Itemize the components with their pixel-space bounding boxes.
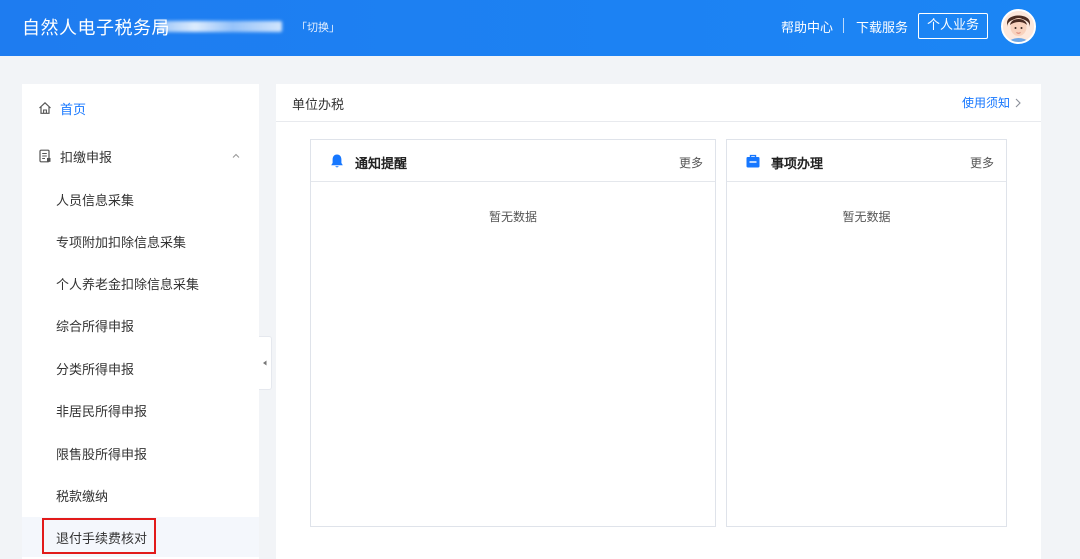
caret-left-icon xyxy=(263,360,267,366)
sidebar-group-label: 扣缴申报 xyxy=(60,150,113,166)
sidebar-item-classified-income[interactable]: 分类所得申报 xyxy=(22,348,259,388)
help-center-link[interactable]: 帮助中心 xyxy=(781,17,833,36)
sidebar-group-declaration[interactable]: 扣缴申报 xyxy=(22,142,259,170)
home-icon xyxy=(39,101,51,114)
panel-header: 通知提醒 更多 xyxy=(311,140,715,182)
more-link[interactable]: 更多 xyxy=(970,154,994,171)
avatar[interactable] xyxy=(1001,9,1036,44)
redacted-unit-name xyxy=(158,21,282,32)
top-header: 自然人电子税务局 「切换」 帮助中心 下载服务 个人业务 xyxy=(0,0,1080,56)
download-service-link[interactable]: 下载服务 xyxy=(856,17,908,36)
app-title: 自然人电子税务局 xyxy=(22,18,170,39)
switch-link[interactable]: 「切换」 xyxy=(296,19,340,35)
sidebar-item-pension-deduction[interactable]: 个人养老金扣除信息采集 xyxy=(22,263,259,303)
briefcase-icon xyxy=(746,154,760,168)
sidebar-item-special-deduction[interactable]: 专项附加扣除信息采集 xyxy=(22,221,259,261)
panel-header: 事项办理 更多 xyxy=(727,140,1006,182)
usage-notice-label: 使用须知 xyxy=(961,96,1010,110)
document-icon xyxy=(39,149,51,163)
sidebar-item-tax-payment[interactable]: 税款缴纳 xyxy=(22,475,259,515)
sidebar-item-comprehensive-income[interactable]: 综合所得申报 xyxy=(22,305,259,345)
sidebar-item-personnel-info[interactable]: 人员信息采集 xyxy=(22,179,259,219)
sidebar: 首页 扣缴申报 人员信息采集 专项附加扣除信息采集 个人养老金扣除信息采集 综合… xyxy=(22,84,259,559)
empty-state-text: 暂无数据 xyxy=(488,210,537,224)
personal-business-button[interactable]: 个人业务 xyxy=(918,13,988,39)
more-link[interactable]: 更多 xyxy=(679,154,703,171)
main-header: 单位办税 使用须知 xyxy=(276,84,1041,122)
sidebar-item-restricted-stock[interactable]: 限售股所得申报 xyxy=(22,433,259,473)
header-divider xyxy=(843,18,844,33)
tasks-panel: 事项办理 更多 暂无数据 xyxy=(726,139,1007,527)
bell-icon xyxy=(331,154,343,168)
sidebar-item-nonresident-income[interactable]: 非居民所得申报 xyxy=(22,390,259,430)
sidebar-item-label: 首页 xyxy=(60,102,87,118)
page-title: 单位办税 xyxy=(292,98,345,113)
chevron-right-icon xyxy=(1015,98,1021,108)
panel-title: 事项办理 xyxy=(771,157,824,172)
notification-panel: 通知提醒 更多 暂无数据 xyxy=(310,139,716,527)
main-content: 单位办税 使用须知 通知提醒 更多 暂无数据 事项办理 更多 暂无数据 xyxy=(276,84,1041,559)
sidebar-collapse-handle[interactable] xyxy=(259,336,272,390)
chevron-up-icon[interactable] xyxy=(231,151,241,161)
usage-notice-link[interactable]: 使用须知 xyxy=(962,94,1021,111)
panel-title: 通知提醒 xyxy=(355,157,408,172)
sidebar-item-home[interactable]: 首页 xyxy=(22,94,259,122)
empty-state-text: 暂无数据 xyxy=(842,210,891,224)
highlight-annotation xyxy=(42,518,156,554)
